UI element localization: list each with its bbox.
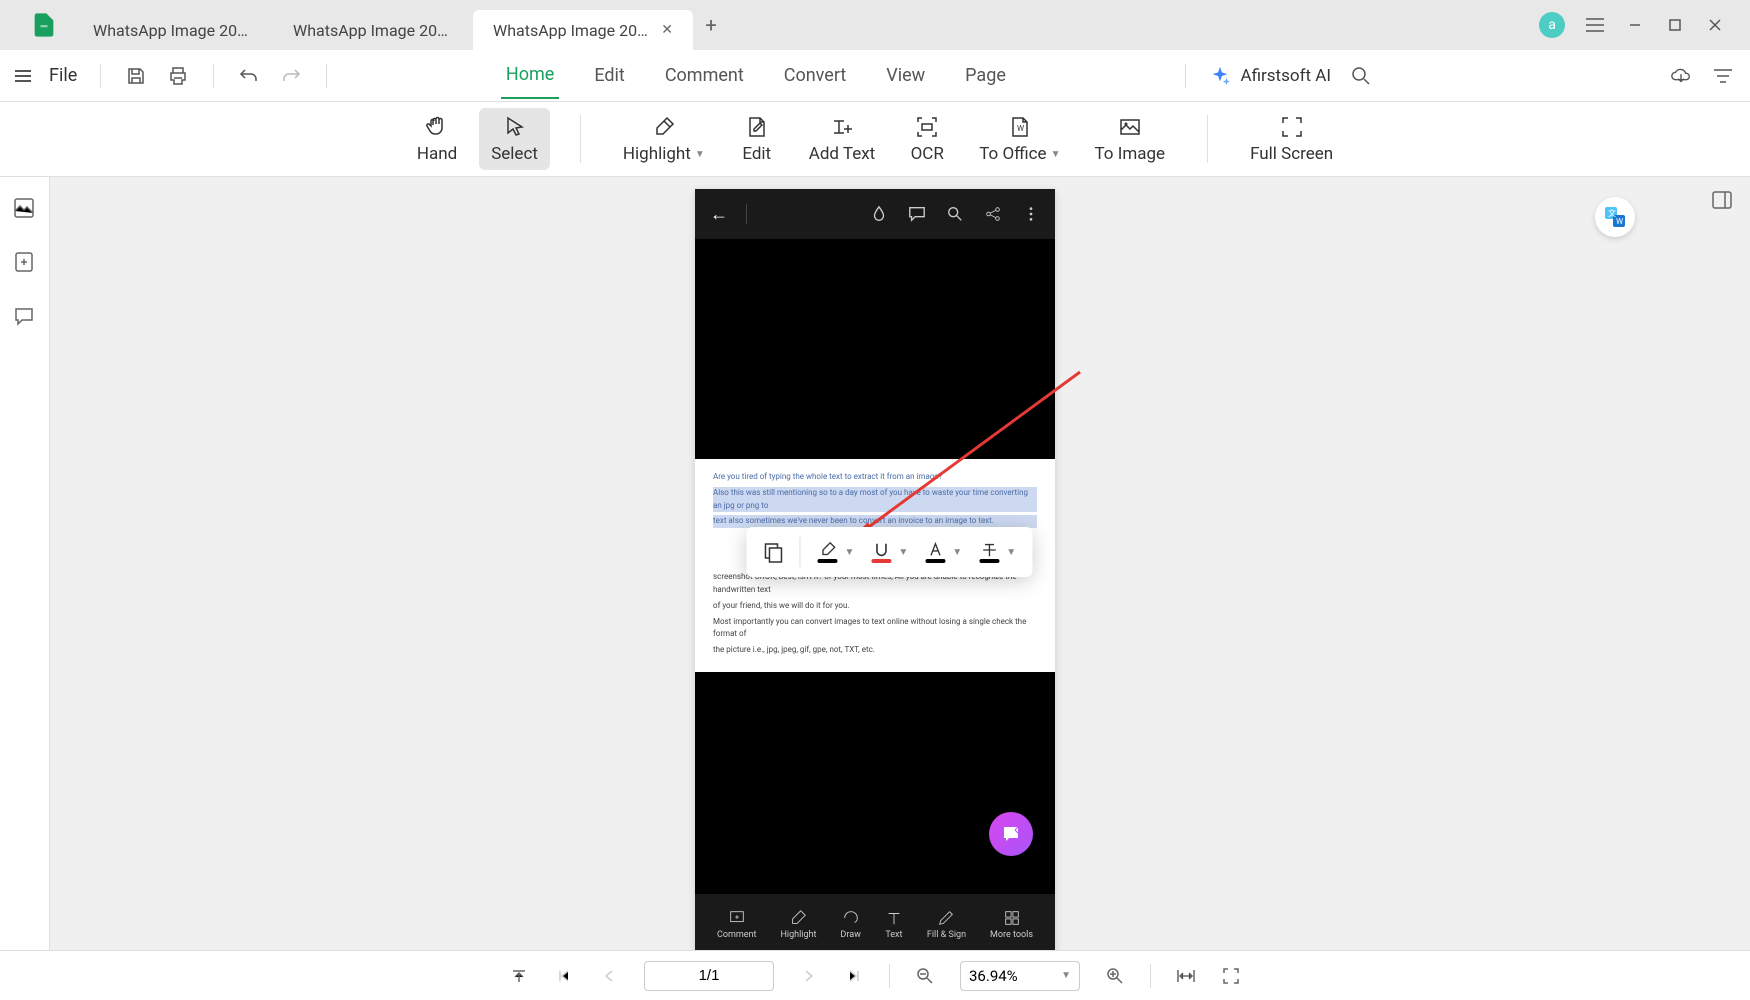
phone-screen-bottom xyxy=(695,672,1055,894)
print-icon[interactable] xyxy=(166,64,190,88)
ai-button[interactable]: Afirstsoft AI xyxy=(1209,65,1331,87)
comments-icon[interactable] xyxy=(13,305,37,329)
tab-3[interactable]: WhatsApp Image 2024... *✕ xyxy=(473,10,693,50)
back-icon: ← xyxy=(710,204,728,225)
fit-page-icon[interactable] xyxy=(1221,966,1241,986)
status-bar: 36.94%▼ xyxy=(0,950,1750,1000)
maximize-button[interactable] xyxy=(1665,15,1685,35)
menu-home[interactable]: Home xyxy=(501,52,559,99)
file-menu[interactable]: File xyxy=(49,65,77,86)
left-sidebar xyxy=(0,177,50,950)
hand-tool[interactable]: Hand xyxy=(405,108,469,170)
bookmarks-icon[interactable] xyxy=(13,251,37,275)
zoom-out-icon[interactable] xyxy=(915,966,935,986)
zoom-in-icon[interactable] xyxy=(1105,966,1125,986)
underline-button[interactable]: ▼ xyxy=(869,537,908,567)
menu-page[interactable]: Page xyxy=(960,53,1011,98)
save-icon[interactable] xyxy=(124,64,148,88)
settings-lines-icon[interactable] xyxy=(1711,64,1735,88)
edit-doc-icon xyxy=(744,114,770,140)
zoom-select[interactable]: 36.94%▼ xyxy=(960,961,1080,991)
word-icon: W xyxy=(1007,114,1033,140)
highlighter-icon xyxy=(651,114,677,140)
app-logo xyxy=(30,11,58,39)
chevron-down-icon: ▼ xyxy=(952,547,962,558)
close-icon[interactable]: ✕ xyxy=(661,22,673,38)
sparkle-icon xyxy=(1209,65,1231,87)
search-icon[interactable] xyxy=(1349,64,1373,88)
fit-width-icon[interactable] xyxy=(1176,966,1196,986)
phone-header: ← xyxy=(695,189,1055,239)
fab-button xyxy=(989,812,1033,856)
strikethrough-button[interactable]: ▼ xyxy=(977,537,1016,567)
select-tool[interactable]: Select xyxy=(479,108,550,170)
last-page-icon[interactable] xyxy=(844,966,864,986)
menu-icon[interactable] xyxy=(1585,15,1605,35)
chat-icon xyxy=(908,205,926,223)
chevron-down-icon: ▼ xyxy=(695,149,705,160)
next-page-icon[interactable] xyxy=(799,966,819,986)
fullscreen-tool[interactable]: Full Screen xyxy=(1238,108,1345,170)
svg-text:文: 文 xyxy=(1608,208,1616,218)
font-color-button[interactable]: ▼ xyxy=(923,537,962,567)
scroll-top-icon[interactable] xyxy=(509,966,529,986)
tab-1[interactable]: WhatsApp Image 2024-0... xyxy=(73,10,273,50)
highlight-color-button[interactable]: ▼ xyxy=(815,537,854,567)
more-icon xyxy=(1022,205,1040,223)
text-floating-toolbar: ▼ ▼ ▼ ▼ xyxy=(746,527,1032,577)
window-controls: a xyxy=(1539,12,1725,38)
menu-view[interactable]: View xyxy=(881,53,930,98)
cloud-icon[interactable] xyxy=(1669,64,1693,88)
search-icon-phone xyxy=(946,205,964,223)
document-canvas[interactable]: ← Are you tired of typing the whole text… xyxy=(50,177,1700,950)
to-office-tool[interactable]: W To Office ▼ xyxy=(967,108,1072,170)
share-icon xyxy=(984,205,1002,223)
image-icon xyxy=(1117,114,1143,140)
chevron-down-icon: ▼ xyxy=(898,547,908,558)
chevron-down-icon: ▼ xyxy=(844,547,854,558)
highlight-tool[interactable]: Highlight ▼ xyxy=(611,108,717,170)
phone-screen-top xyxy=(695,239,1055,459)
prev-page-icon[interactable] xyxy=(599,966,619,986)
phone-toolbar: Comment Highlight Draw Text Fill & Sign … xyxy=(695,894,1055,950)
hamburger-icon[interactable] xyxy=(15,70,31,82)
cursor-icon xyxy=(502,114,528,140)
first-page-icon[interactable] xyxy=(554,966,574,986)
chevron-down-icon: ▼ xyxy=(1006,547,1016,558)
menu-convert[interactable]: Convert xyxy=(779,53,852,98)
ink-icon xyxy=(870,205,888,223)
menu-edit[interactable]: Edit xyxy=(589,53,629,98)
fullscreen-icon xyxy=(1279,114,1305,140)
title-bar: WhatsApp Image 2024-0... WhatsApp Image … xyxy=(0,0,1750,50)
add-text-icon xyxy=(829,114,855,140)
hand-icon xyxy=(424,114,450,140)
copy-button[interactable] xyxy=(762,541,784,563)
chevron-down-icon: ▼ xyxy=(1051,149,1061,160)
ocr-icon xyxy=(914,114,940,140)
add-text-tool[interactable]: Add Text xyxy=(797,108,887,170)
to-image-tool[interactable]: To Image xyxy=(1082,108,1177,170)
close-button[interactable] xyxy=(1705,15,1725,35)
ribbon-toolbar: Hand Select Highlight ▼ Edit Add Text OC… xyxy=(0,102,1750,177)
translate-button[interactable]: 文W xyxy=(1595,197,1635,237)
tab-2[interactable]: WhatsApp Image 2024-0... xyxy=(273,10,473,50)
menu-comment[interactable]: Comment xyxy=(660,53,749,98)
page-input[interactable] xyxy=(644,961,774,991)
panel-toggle-icon[interactable] xyxy=(1711,189,1739,217)
svg-text:W: W xyxy=(1017,124,1024,133)
tab-strip: WhatsApp Image 2024-0... WhatsApp Image … xyxy=(73,0,1539,50)
ocr-tool[interactable]: OCR xyxy=(897,108,957,170)
minimize-button[interactable] xyxy=(1625,15,1645,35)
undo-icon[interactable] xyxy=(237,64,261,88)
user-avatar[interactable]: a xyxy=(1539,12,1565,38)
thumbnails-icon[interactable] xyxy=(13,197,37,221)
redo-icon[interactable] xyxy=(279,64,303,88)
svg-text:W: W xyxy=(1616,217,1623,226)
new-tab-button[interactable]: + xyxy=(693,7,729,43)
right-sidebar xyxy=(1700,177,1750,950)
menu-bar: File Home Edit Comment Convert View Page… xyxy=(0,50,1750,102)
edit-tool[interactable]: Edit xyxy=(727,108,787,170)
